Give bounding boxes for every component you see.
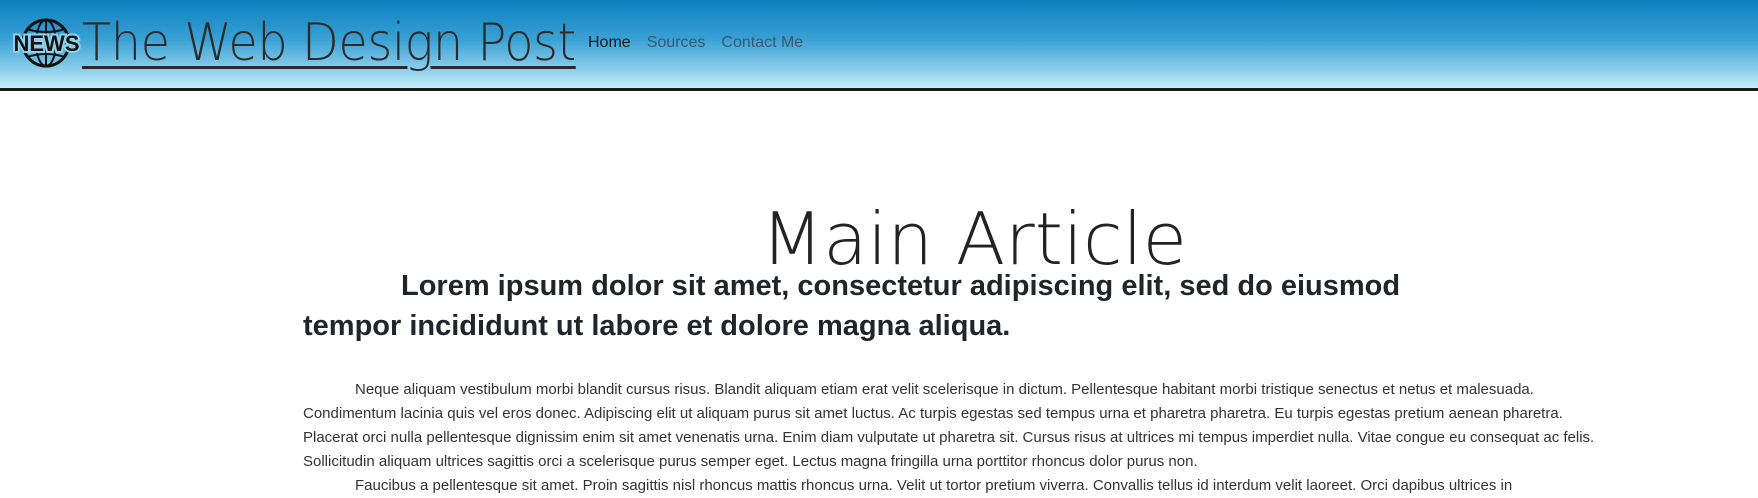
article-subtitle: Lorem ipsum dolor sit amet, consectetur … bbox=[303, 270, 1401, 342]
site-header: NEWS The Web Design Post Home Sources Co… bbox=[0, 0, 1758, 91]
article-paragraph: Neque aliquam vestibulum morbi blandit c… bbox=[303, 381, 1595, 470]
nav-item-sources[interactable]: Sources bbox=[647, 34, 706, 52]
news-globe-icon[interactable]: NEWS bbox=[10, 17, 83, 69]
nav-item-contact-me[interactable]: Contact Me bbox=[721, 34, 803, 52]
nav-item-home[interactable]: Home bbox=[588, 34, 631, 52]
logo-text: NEWS bbox=[14, 31, 80, 56]
site-title-link[interactable]: The Web Design Post bbox=[82, 8, 576, 78]
article-paragraph: Faucibus a pellentesque sit amet. Proin … bbox=[355, 477, 1513, 494]
article-body: Neque aliquam vestibulum morbi blandit c… bbox=[303, 378, 1603, 498]
main-nav: Home Sources Contact Me bbox=[588, 34, 803, 52]
